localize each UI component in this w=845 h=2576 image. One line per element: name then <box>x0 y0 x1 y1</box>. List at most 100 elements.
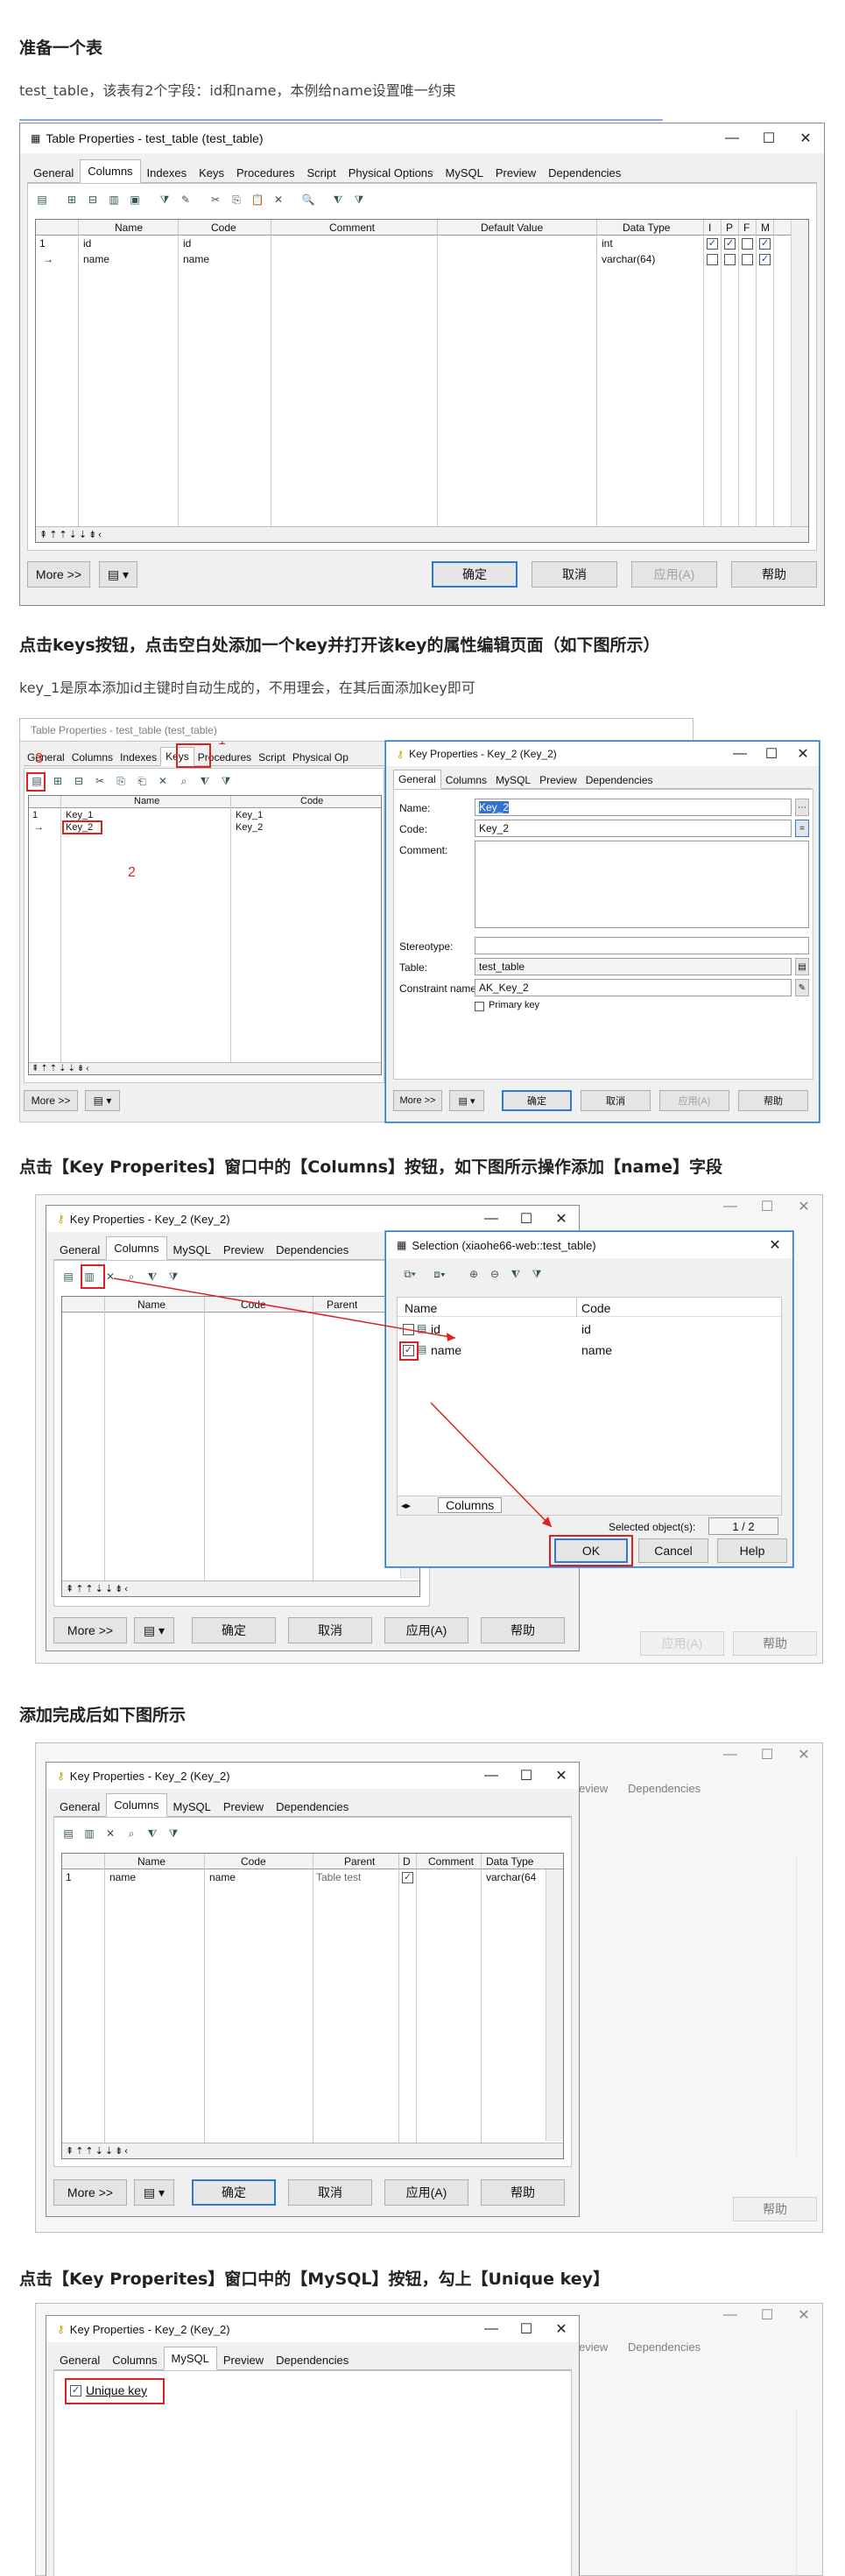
cell-datatype[interactable]: int <box>602 237 613 250</box>
close-icon[interactable]: ✕ <box>787 123 824 153</box>
name-field[interactable]: Key_2 <box>475 799 792 816</box>
tab-script[interactable]: Script <box>300 164 342 182</box>
filter-off-icon[interactable]: ⧩ <box>217 772 235 790</box>
cancel-button[interactable]: 取消 <box>581 1090 651 1111</box>
close-icon[interactable]: ✕ <box>787 742 819 766</box>
more-button[interactable]: More >> <box>27 561 90 588</box>
insert-row-icon[interactable]: ⊞ <box>49 772 67 790</box>
properties-icon[interactable]: ▤ <box>60 1825 77 1842</box>
ok-button[interactable]: 确定 <box>192 2179 276 2206</box>
tab-dependencies[interactable]: Dependencies <box>270 2351 355 2369</box>
identity-checkbox[interactable] <box>707 254 718 265</box>
options-menu-button[interactable]: ▤ ▾ <box>99 561 137 588</box>
tab-dependencies[interactable]: Dependencies <box>542 164 627 182</box>
find-icon[interactable]: ⌕ <box>175 772 193 790</box>
filter-on-icon[interactable]: ⧨ <box>196 772 214 790</box>
tab-general[interactable]: General <box>53 1798 106 1816</box>
add-columns-icon[interactable]: ▥ <box>105 191 123 208</box>
filter-icon[interactable]: ⧩ <box>156 191 173 208</box>
tab-physical-options[interactable]: Physical Op <box>289 750 352 765</box>
cell-code[interactable]: Key_2 <box>236 822 263 833</box>
delete-icon[interactable]: ✕ <box>102 1825 119 1842</box>
maximize-icon[interactable]: ☐ <box>750 123 787 153</box>
find-icon[interactable]: ⌕ <box>123 1825 140 1842</box>
lightbulb-icon[interactable]: ✎ <box>177 191 194 208</box>
ok-button[interactable]: 确定 <box>432 561 518 588</box>
primary-checkbox[interactable]: ✓ <box>724 238 736 250</box>
comment-field[interactable] <box>475 841 809 928</box>
help-button[interactable]: 帮助 <box>738 1090 808 1111</box>
tab-physical-options[interactable]: Physical Options <box>342 164 440 182</box>
tab-mysql[interactable]: MySQL <box>167 1798 217 1816</box>
options-menu-button[interactable]: ▤ ▾ <box>134 1617 174 1643</box>
tab-keys[interactable]: Keys <box>193 164 230 182</box>
cell-code[interactable]: name <box>209 1871 236 1883</box>
insert-row-icon[interactable]: ⊞ <box>63 191 81 208</box>
ok-button[interactable]: 确定 <box>502 1090 572 1111</box>
tab-columns[interactable]: Columns <box>106 1793 167 1817</box>
maximize-icon[interactable]: ☐ <box>756 742 787 766</box>
tab-columns[interactable]: Columns <box>106 2351 163 2369</box>
add-columns-icon[interactable]: ▥ <box>81 1825 98 1842</box>
filter-on-icon[interactable]: ⧨ <box>144 1825 161 1842</box>
tab-columns[interactable]: Columns <box>441 772 491 788</box>
constraint-field[interactable]: AK_Key_2 <box>475 979 792 996</box>
add-domain-icon[interactable]: ▣ <box>126 191 144 208</box>
constraint-icon[interactable]: ✎ <box>795 979 809 996</box>
cut-icon[interactable]: ✂ <box>91 772 109 790</box>
minimize-icon[interactable]: — <box>474 2316 509 2342</box>
filter-on-icon[interactable]: ⧨ <box>329 191 347 208</box>
delete-icon[interactable]: ✕ <box>270 191 287 208</box>
maximize-icon[interactable]: ☐ <box>509 1763 544 1789</box>
more-button[interactable]: More >> <box>53 1617 127 1643</box>
mandatory-checkbox[interactable]: ✓ <box>759 254 771 265</box>
apply-button[interactable]: 应用(A) <box>659 1090 729 1111</box>
cell-code[interactable]: Key_1 <box>236 810 263 820</box>
tab-general[interactable]: General <box>393 770 441 789</box>
tab-columns[interactable]: Columns <box>68 750 116 765</box>
primary-key-checkbox[interactable] <box>475 1002 484 1011</box>
minimize-icon[interactable]: — <box>724 742 756 766</box>
help-button[interactable]: 帮助 <box>481 2179 565 2206</box>
cancel-button[interactable]: 取消 <box>288 1617 372 1643</box>
grid-nav-bar[interactable]: ⇞⇡⇡⇣⇣⇟‹ <box>62 1580 419 1596</box>
find-icon[interactable]: 🔍 <box>299 191 317 208</box>
options-menu-button[interactable]: ▤ ▾ <box>134 2179 174 2206</box>
primary-checkbox[interactable] <box>724 254 736 265</box>
apply-button[interactable]: 应用(A) <box>384 2179 468 2206</box>
code-field[interactable]: Key_2 <box>475 820 792 837</box>
cut-icon[interactable]: ✂ <box>207 191 224 208</box>
more-button[interactable]: More >> <box>393 1090 442 1111</box>
tab-dependencies[interactable]: Dependencies <box>581 772 658 788</box>
cell-datatype[interactable]: varchar(64) <box>602 253 655 265</box>
tab-mysql[interactable]: MySQL <box>163 2347 217 2370</box>
tab-preview[interactable]: Preview <box>217 1798 270 1816</box>
table-properties-icon[interactable]: ▤ <box>795 958 809 975</box>
more-button[interactable]: More >> <box>24 1090 78 1111</box>
grid-nav-bar[interactable]: ⇞⇡⇡⇣⇣⇟‹ <box>29 1062 381 1074</box>
close-icon[interactable]: ✕ <box>544 1763 579 1789</box>
tab-dependencies[interactable]: Dependencies <box>270 1798 355 1816</box>
mandatory-checkbox[interactable]: ✓ <box>759 238 771 250</box>
help-button[interactable]: 帮助 <box>731 561 817 588</box>
options-menu-button[interactable]: ▤ ▾ <box>85 1090 120 1111</box>
cell-name[interactable]: name <box>83 253 109 265</box>
more-button[interactable]: More >> <box>53 2179 127 2206</box>
tab-general[interactable]: General <box>27 164 80 182</box>
add-row-icon[interactable]: ⊟ <box>70 772 88 790</box>
tab-indexes[interactable]: Indexes <box>116 750 160 765</box>
options-menu-button[interactable]: ▤ ▾ <box>449 1090 484 1111</box>
filter-off-icon[interactable]: ⧩ <box>350 191 368 208</box>
foreign-checkbox[interactable] <box>742 254 753 265</box>
tab-preview[interactable]: Preview <box>535 772 581 788</box>
d-checkbox[interactable]: ✓ <box>402 1872 413 1883</box>
tab-columns[interactable]: Columns <box>80 159 141 183</box>
tab-general[interactable]: General <box>24 750 68 765</box>
minimize-icon[interactable]: — <box>714 123 750 153</box>
help-button[interactable]: 帮助 <box>481 1617 565 1643</box>
maximize-icon[interactable]: ☐ <box>509 2316 544 2342</box>
stereotype-select[interactable] <box>475 937 809 954</box>
vertical-scrollbar[interactable] <box>546 1869 563 2141</box>
tab-script[interactable]: Script <box>255 750 289 765</box>
paste-icon[interactable]: 📋 <box>249 191 266 208</box>
